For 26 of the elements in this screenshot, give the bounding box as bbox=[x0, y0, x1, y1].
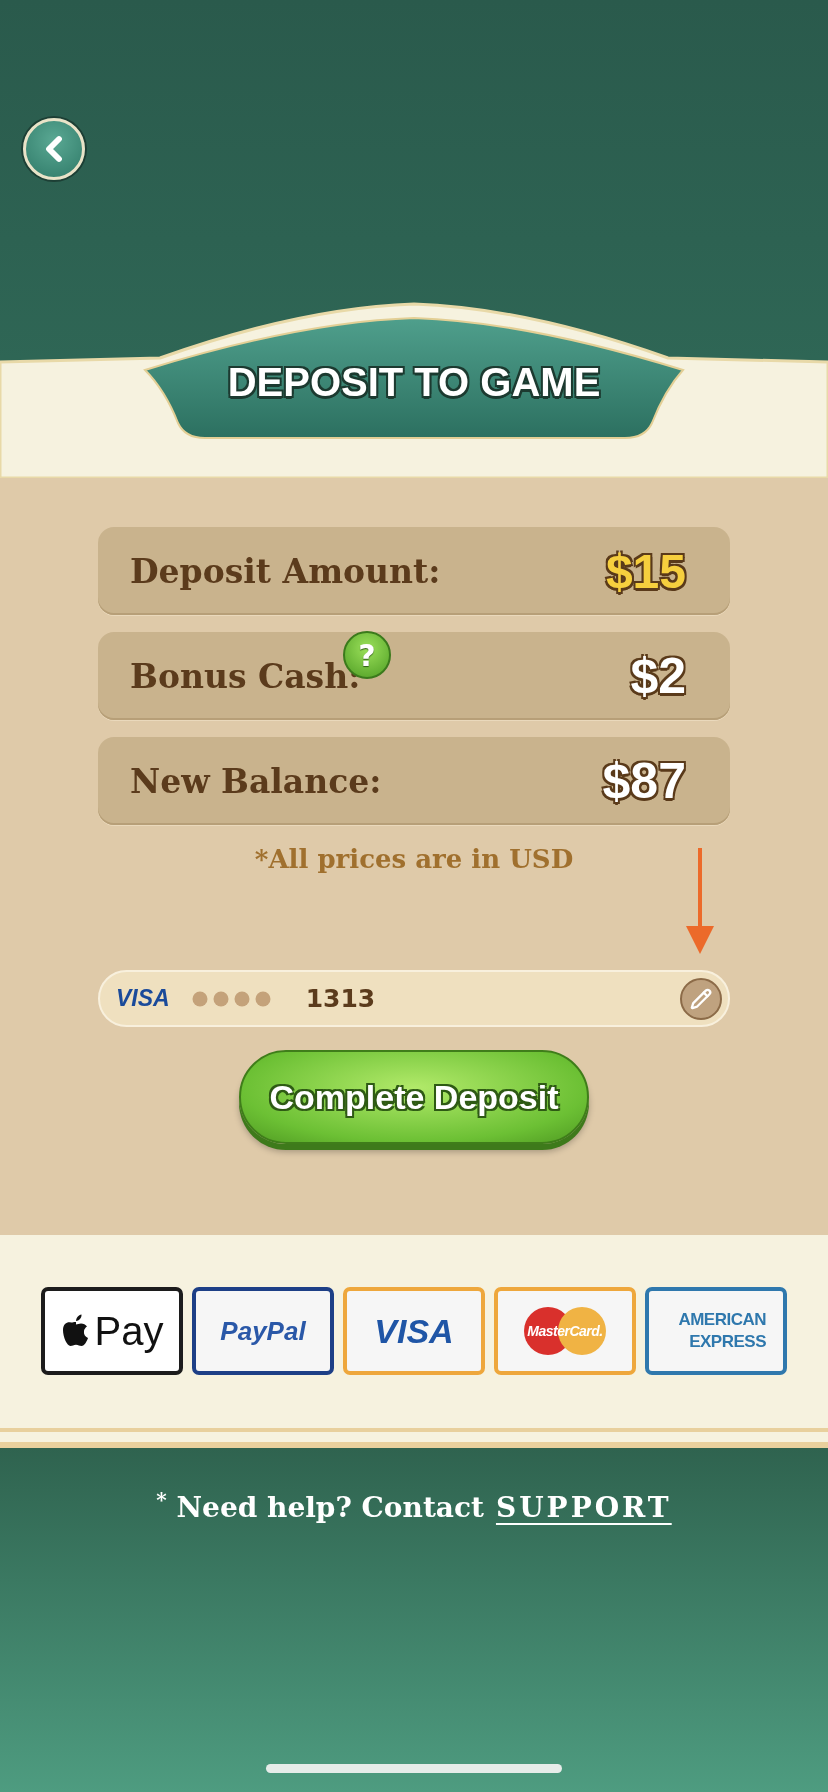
logo-text: Pay bbox=[94, 1308, 164, 1354]
edit-button[interactable] bbox=[680, 977, 722, 1020]
down-arrow-icon bbox=[684, 848, 716, 956]
pencil-icon bbox=[690, 987, 712, 1010]
currency-note: *All prices are in USD bbox=[253, 844, 575, 874]
logo-text: PayPal bbox=[220, 1315, 306, 1347]
visa-logo[interactable]: VISA bbox=[343, 1287, 485, 1375]
row-value: $2 bbox=[630, 647, 686, 705]
row-label: New Balance: bbox=[130, 761, 382, 801]
card-field[interactable]: VISA 1313 bbox=[98, 970, 730, 1027]
row-value: $87 bbox=[602, 752, 686, 810]
support-link[interactable]: SUPPORT bbox=[495, 1491, 672, 1525]
page-title: DEPOSIT TO GAME bbox=[226, 360, 602, 405]
amex-logo[interactable]: AMERICAN EXPRESS bbox=[645, 1287, 787, 1375]
logo-text: AMERICAN EXPRESS bbox=[677, 1309, 766, 1353]
help-text: $^{*}$ Need help? Contact SUPPORT bbox=[156, 1488, 672, 1525]
apple-icon bbox=[60, 1313, 91, 1349]
row-label: Deposit Amount: bbox=[130, 551, 441, 591]
card-last-digits: 1313 bbox=[305, 984, 377, 1013]
card-brand: VISA bbox=[116, 985, 170, 1012]
back-button[interactable] bbox=[23, 118, 85, 180]
paypal-logo[interactable]: PayPal bbox=[192, 1287, 334, 1375]
masked-digits-icon bbox=[191, 990, 272, 1007]
row-value: $15 bbox=[605, 543, 686, 599]
logo-text: VISA bbox=[374, 1311, 454, 1351]
apple-pay-logo[interactable]: Pay bbox=[41, 1287, 183, 1375]
